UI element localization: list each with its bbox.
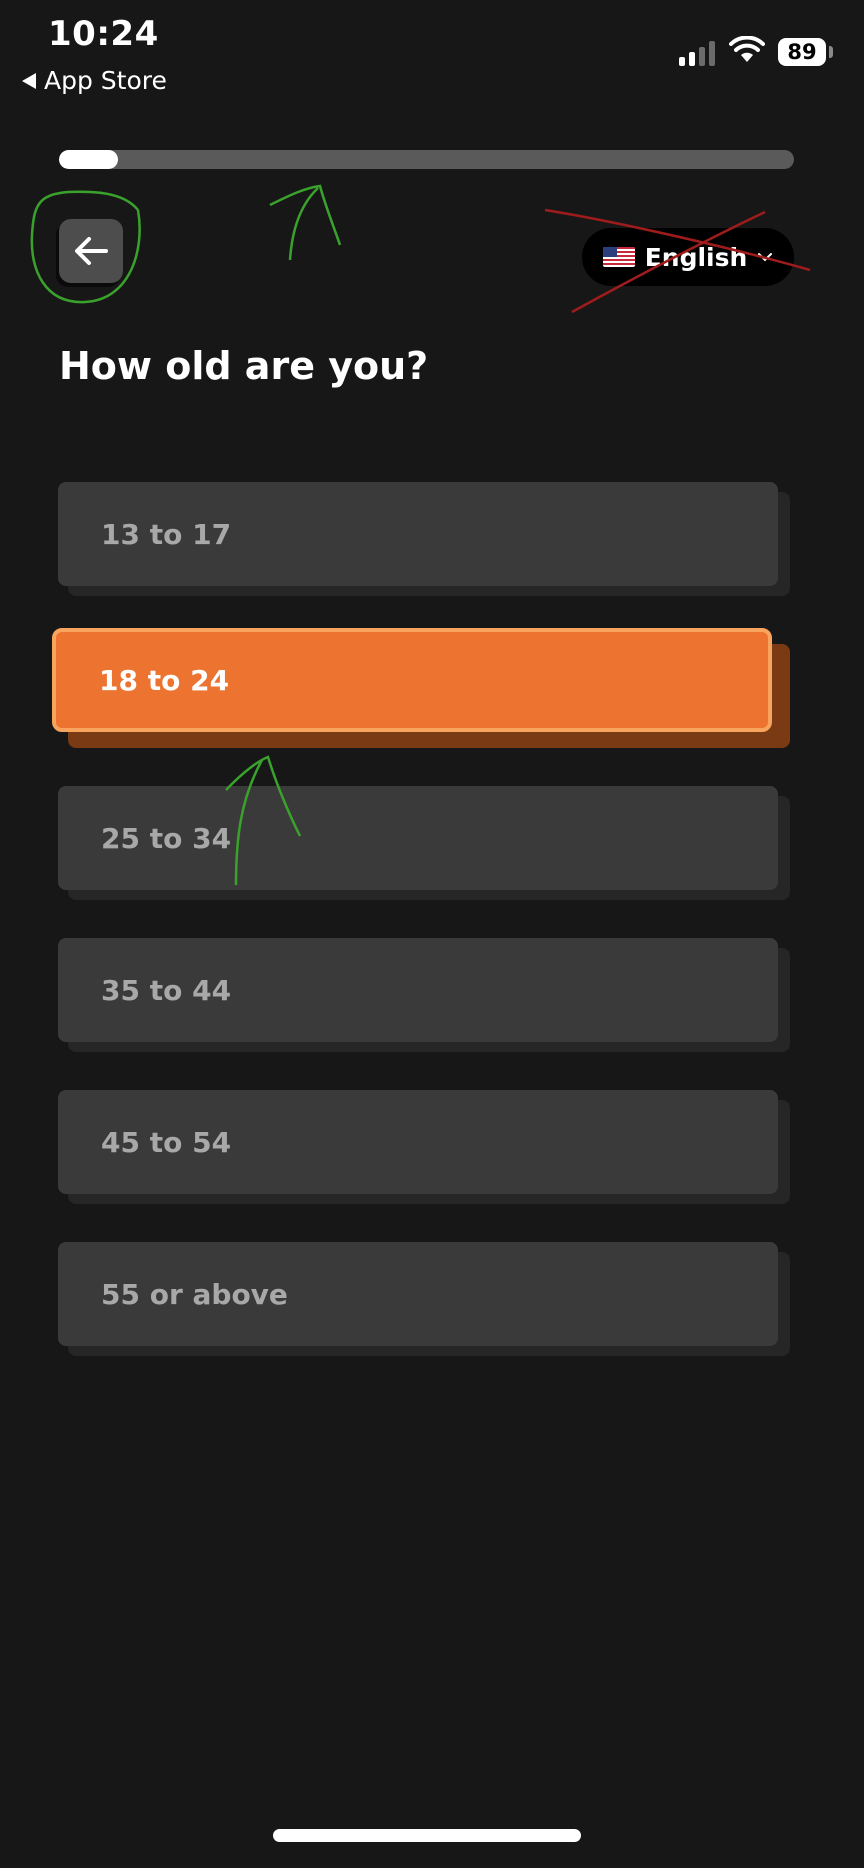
home-indicator (273, 1829, 581, 1842)
age-option-label: 35 to 44 (58, 938, 778, 1042)
age-option[interactable]: 45 to 54 (58, 1090, 790, 1204)
age-option-label: 25 to 34 (58, 786, 778, 890)
age-options: 13 to 17 18 to 24 25 to 34 35 to 44 45 t… (52, 482, 790, 1394)
cellular-signal-icon (679, 40, 715, 66)
status-time: 10:24 (48, 14, 159, 54)
age-option[interactable]: 13 to 17 (58, 482, 790, 596)
back-triangle-icon (22, 72, 36, 89)
progress-bar (59, 150, 794, 169)
back-to-app-label: App Store (44, 66, 167, 95)
language-label: English (644, 242, 748, 272)
back-to-app-link[interactable]: App Store (22, 66, 167, 95)
progress-fill (59, 150, 118, 169)
battery-level: 89 (787, 40, 817, 64)
age-option-selected[interactable]: 18 to 24 (52, 628, 790, 748)
age-option-label: 45 to 54 (58, 1090, 778, 1194)
language-selector[interactable]: English (582, 228, 794, 286)
wifi-icon (729, 36, 765, 62)
back-button[interactable] (59, 219, 123, 283)
age-option-label: 18 to 24 (52, 628, 772, 732)
battery-cap (829, 46, 833, 58)
age-option[interactable]: 35 to 44 (58, 938, 790, 1052)
question-title: How old are you? (59, 344, 429, 388)
chevron-down-icon (758, 253, 773, 262)
age-option-label: 55 or above (58, 1242, 778, 1346)
us-flag-icon (602, 247, 635, 267)
arrow-left-icon (75, 237, 108, 265)
age-option[interactable]: 55 or above (58, 1242, 790, 1356)
age-option[interactable]: 25 to 34 (58, 786, 790, 900)
age-option-label: 13 to 17 (58, 482, 778, 586)
green-arrow-annotation (269, 184, 342, 261)
battery-icon: 89 (778, 38, 826, 66)
